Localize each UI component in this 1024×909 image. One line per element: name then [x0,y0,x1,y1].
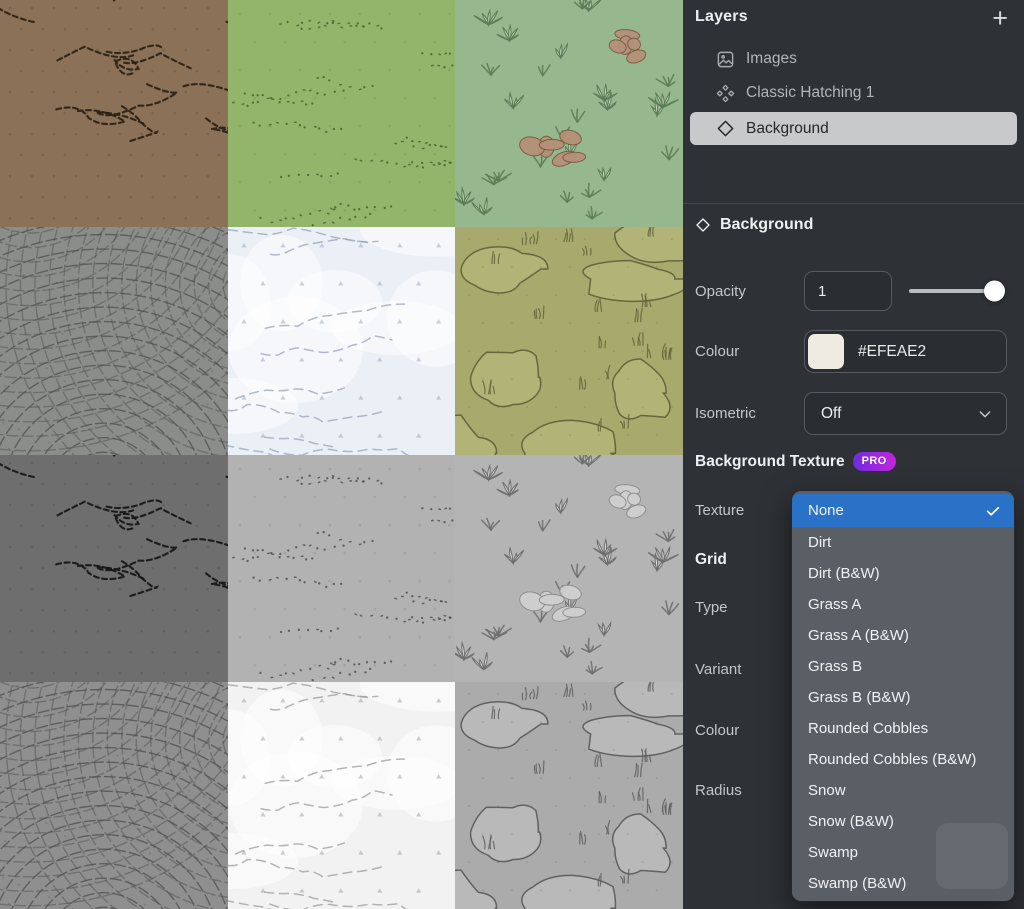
texture-tile-grass-b-b-w [455,455,683,682]
texture-option-label: Dirt (B&W) [808,565,880,582]
texture-tile-rounded-cobbles-b-w [0,682,228,909]
texture-option-swamp[interactable]: Swamp [792,837,1014,868]
prop-label-variant: Variant [695,661,741,678]
texture-option-label: None [808,502,844,519]
image-icon [716,50,735,69]
texture-option-label: Snow [808,782,846,799]
texture-option-label: Rounded Cobbles [808,720,928,737]
texture-option-swamp-b-w[interactable]: Swamp (B&W) [792,868,1014,899]
texture-option-grass-a-b-w[interactable]: Grass A (B&W) [792,620,1014,651]
prop-label-grid: Grid [695,551,727,569]
texture-option-label: Grass A [808,596,861,613]
opacity-slider[interactable] [909,289,1005,293]
isometric-label: Isometric [695,405,756,422]
texture-tile-grass-a-b-w [228,455,456,682]
layer-item-classic-hatching-1[interactable]: Classic Hatching 1 [690,78,1017,108]
background-texture-title: Background Texture [695,453,845,471]
background-section-header: Background [695,216,813,234]
chevron-down-icon [977,406,993,422]
check-icon [985,503,1001,519]
texture-tile-dirt [0,0,228,227]
layer-item-label: Classic Hatching 1 [746,84,874,102]
texture-option-label: Dirt [808,534,831,551]
texture-option-rounded-cobbles-b-w[interactable]: Rounded Cobbles (B&W) [792,744,1014,775]
layer-item-label: Images [746,50,797,68]
texture-option-none[interactable]: None [792,494,1014,527]
texture-tile-rounded-cobbles [0,227,228,454]
hatching-icon [716,84,735,103]
prop-label-colour: Colour [695,722,739,739]
layers-list: Images Classic Hatching 1 Background [683,44,1024,145]
texture-tile-grass-b [455,0,683,227]
texture-option-dirt-b-w[interactable]: Dirt (B&W) [792,558,1014,589]
layers-header: Layers + [683,0,1024,28]
texture-tile-grass-a [228,0,456,227]
texture-option-dirt[interactable]: Dirt [792,527,1014,558]
texture-option-grass-b[interactable]: Grass B [792,651,1014,682]
background-section-title: Background [720,216,813,234]
background-texture-header: Background Texture PRO [695,452,896,471]
opacity-label: Opacity [695,283,746,300]
texture-option-snow-b-w[interactable]: Snow (B&W) [792,806,1014,837]
texture-preview-grid [0,0,683,909]
layers-panel-title: Layers [695,8,748,26]
texture-option-label: Snow (B&W) [808,813,894,830]
colour-label: Colour [695,343,739,360]
opacity-input[interactable]: 1 [804,271,892,311]
colour-field[interactable]: #EFEAE2 [804,330,1007,373]
prop-label-type: Type [695,599,728,616]
texture-option-label: Grass A (B&W) [808,627,909,644]
layer-item-background[interactable]: Background [690,112,1017,145]
texture-option-grass-b-b-w[interactable]: Grass B (B&W) [792,682,1014,713]
panel-divider [683,203,1024,204]
texture-option-label: Rounded Cobbles (B&W) [808,751,976,768]
texture-tile-swamp-b-w [455,682,683,909]
texture-option-label: Grass B (B&W) [808,689,911,706]
texture-option-rounded-cobbles[interactable]: Rounded Cobbles [792,713,1014,744]
texture-tile-snow [228,227,456,454]
texture-dropdown: None Dirt Dirt (B&W) Grass A Grass A (B&W) Gr… [791,490,1015,902]
isometric-select[interactable]: Off [804,392,1007,435]
texture-option-label: Swamp (B&W) [808,875,906,892]
prop-label-radius: Radius [695,782,742,799]
layer-item-images[interactable]: Images [690,44,1017,74]
colour-value: #EFEAE2 [858,343,926,361]
right-panel: Layers + Images Classic Hatching 1 Ba [683,0,1024,909]
texture-option-label: Grass B [808,658,862,675]
isometric-value: Off [821,405,841,423]
texture-option-label: Swamp [808,844,858,861]
texture-tile-swamp [455,227,683,454]
texture-option-snow[interactable]: Snow [792,775,1014,806]
pro-badge: PRO [853,452,896,471]
layer-item-label: Background [746,120,829,138]
diamond-icon [695,217,711,233]
opacity-slider-knob[interactable] [984,281,1005,302]
add-layer-button[interactable]: + [990,8,1010,28]
diamond-icon [716,119,735,138]
colour-swatch[interactable] [808,334,844,369]
texture-option-grass-a[interactable]: Grass A [792,589,1014,620]
prop-label-texture: Texture [695,502,744,519]
texture-tile-dirt-b-w [0,455,228,682]
app-window: Layers + Images Classic Hatching 1 Ba [0,0,1024,909]
texture-tile-snow-b-w [228,682,456,909]
opacity-value: 1 [818,283,826,300]
